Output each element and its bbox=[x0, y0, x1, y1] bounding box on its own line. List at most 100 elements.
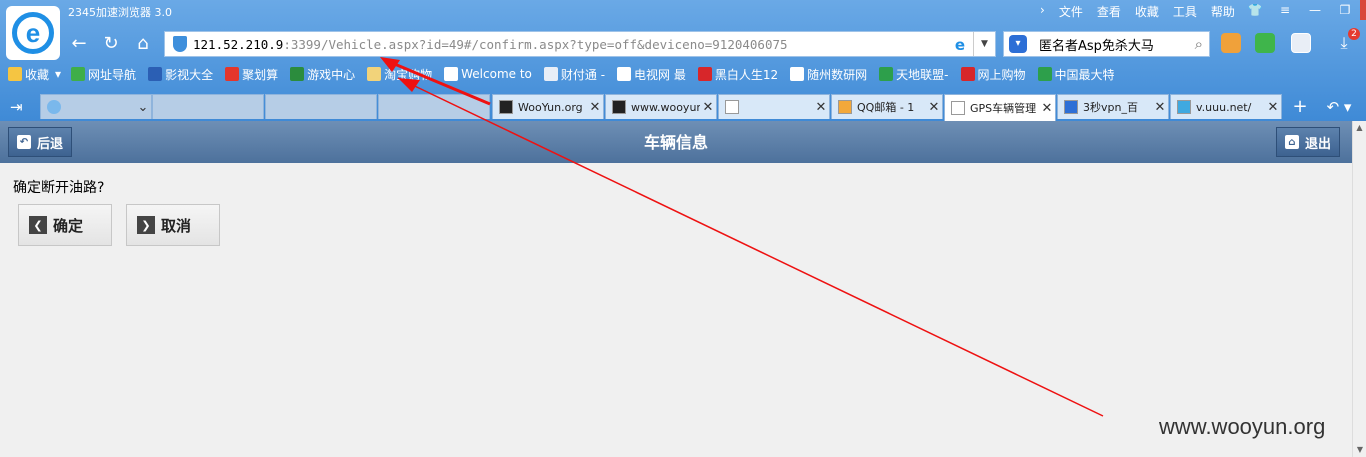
bookmark-4[interactable]: 游戏中心 bbox=[290, 66, 355, 83]
tab-close-icon[interactable]: ✕ bbox=[587, 100, 603, 115]
confirm-message: 确定断开油路? bbox=[13, 180, 105, 196]
baidu-paw-icon[interactable]: ▾ bbox=[1009, 35, 1027, 53]
bookmark-9[interactable]: 黑白人生12 bbox=[697, 66, 778, 83]
address-bar[interactable]: 121.52.210.9:3399/Vehicle.aspx?id=49#/co… bbox=[164, 31, 996, 57]
bookmarks-bar: 收藏 ▾ 网址导航 影视大全 聚划算 游戏中心 淘宝购物 Welcome to 财付通 - 电视网… bbox=[0, 62, 1366, 86]
home-exit-icon: ⌂ bbox=[1285, 135, 1299, 149]
close-button[interactable]: ✕ bbox=[1360, 0, 1366, 20]
bookmark-0[interactable]: 收藏 bbox=[8, 66, 49, 83]
tab-1[interactable]: www.wooyun ✕ bbox=[605, 94, 717, 119]
phone-icon[interactable] bbox=[1255, 33, 1275, 53]
bookmark-label: 财付通 - bbox=[560, 67, 606, 82]
tab-close-icon[interactable]: ✕ bbox=[1039, 101, 1055, 116]
wooyun-icon bbox=[499, 100, 513, 114]
menu-item-favorites[interactable]: 收藏 bbox=[1135, 3, 1159, 20]
tab-3[interactable]: QQ邮箱 - 1 ✕ bbox=[831, 94, 943, 119]
bookmark-5[interactable]: 淘宝购物 bbox=[367, 66, 432, 83]
bookmark-1[interactable]: 网址导航 bbox=[71, 66, 136, 83]
url-path: :3399/Vehicle.aspx?id=49#/confirm.aspx?t… bbox=[283, 36, 788, 52]
bookmark-12[interactable]: 网上购物 bbox=[960, 66, 1026, 83]
tab-restore-icon[interactable]: ⇥ bbox=[10, 98, 23, 116]
minimize-button[interactable]: — bbox=[1300, 0, 1330, 20]
tab-blurred-3[interactable] bbox=[265, 94, 377, 119]
bookmark-label: 收藏 bbox=[25, 67, 50, 82]
security-shield-icon bbox=[173, 36, 187, 52]
tab-4[interactable]: GPS车辆管理 ✕ bbox=[944, 94, 1056, 121]
game-icon bbox=[290, 67, 305, 81]
tab-blurred-4[interactable] bbox=[378, 94, 490, 119]
tab-bar: ⇥ ⌄ WooYun.org ✕ www.wooyun ✕ ✕ QQ邮箱 - 1 ✕ GPS车… bbox=[0, 94, 1366, 121]
search-icon[interactable]: ⌕ bbox=[1195, 35, 1203, 53]
home-icon[interactable]: ⌂ bbox=[132, 32, 154, 54]
search-input[interactable]: 匿名者Asp免杀大马 bbox=[1039, 35, 1154, 54]
tab-close-icon[interactable]: ✕ bbox=[1265, 100, 1281, 115]
bookmark-11[interactable]: 天地联盟- bbox=[879, 66, 949, 83]
skin-icon[interactable]: 👕 bbox=[1240, 0, 1270, 20]
apps-icon[interactable] bbox=[1221, 33, 1241, 53]
ie-mode-icon[interactable]: e bbox=[955, 36, 965, 54]
undo-close-tab-icon[interactable]: ↶ ▾ bbox=[1322, 96, 1356, 118]
confirm-label: 确定 bbox=[53, 216, 84, 235]
page-icon bbox=[725, 100, 739, 114]
menu-bar: › 文件 查看 收藏 工具 帮助 bbox=[1040, 3, 1235, 20]
refresh-icon[interactable]: ↻ bbox=[100, 32, 122, 54]
bookmark-label: 电视网 最 bbox=[634, 67, 686, 82]
scroll-down-icon[interactable]: ▼ bbox=[1353, 443, 1366, 457]
back-arrow-icon[interactable]: ← bbox=[68, 32, 90, 54]
bookmark-8[interactable]: 电视网 最 bbox=[617, 66, 686, 83]
film-icon bbox=[148, 67, 163, 81]
tab-close-icon[interactable]: ✕ bbox=[700, 100, 716, 115]
juhuasuan-icon bbox=[225, 67, 240, 81]
bookmark-6[interactable]: Welcome to bbox=[444, 67, 532, 81]
tab-close-icon[interactable]: ✕ bbox=[1152, 100, 1168, 115]
menu-item-file[interactable]: 文件 bbox=[1059, 3, 1083, 20]
house-icon bbox=[71, 67, 86, 81]
bookmark-2[interactable]: 影视大全 bbox=[148, 66, 213, 83]
bookmark-13[interactable]: 中国最大特 bbox=[1037, 66, 1115, 83]
page-icon bbox=[951, 101, 965, 115]
bookmark-3[interactable]: 聚划算 bbox=[225, 66, 278, 83]
tab-0[interactable]: WooYun.org ✕ bbox=[492, 94, 604, 119]
exit-button[interactable]: ⌂ 退出 bbox=[1276, 127, 1340, 157]
tab-label: QQ邮箱 - 1 bbox=[857, 101, 915, 114]
menu-item-tools[interactable]: 工具 bbox=[1173, 3, 1197, 20]
new-tab-icon[interactable]: + bbox=[1288, 96, 1312, 118]
screenshot-icon[interactable] bbox=[1291, 33, 1311, 53]
page-icon bbox=[790, 67, 805, 81]
tenpay-icon bbox=[543, 67, 558, 81]
address-dropdown-icon[interactable]: ▼ bbox=[973, 32, 995, 56]
favorites-dropdown-icon[interactable]: ▾ bbox=[55, 67, 61, 81]
bookmark-label: 聚划算 bbox=[242, 67, 279, 82]
cancel-button[interactable]: ❯ 取消 bbox=[126, 204, 220, 246]
menu-icon[interactable]: ≡ bbox=[1270, 0, 1300, 20]
chevron-right-icon: ❯ bbox=[137, 216, 155, 234]
bookmark-label: 网址导航 bbox=[88, 67, 137, 82]
browser-logo[interactable]: e bbox=[6, 6, 60, 60]
search-box[interactable]: ▾ 匿名者Asp免杀大马 ⌕ bbox=[1003, 31, 1210, 57]
tab-blurred-2[interactable] bbox=[152, 94, 264, 119]
bookmark-7[interactable]: 财付通 - bbox=[543, 66, 606, 83]
tab-label: GPS车辆管理 bbox=[970, 102, 1037, 115]
tab-6[interactable]: v.uuu.net/ ✕ bbox=[1170, 94, 1282, 119]
tab-dropdown-icon[interactable]: ⌄ bbox=[135, 100, 151, 115]
tab-2[interactable]: ✕ bbox=[718, 94, 830, 119]
chevron-left-icon: ❮ bbox=[29, 216, 47, 234]
ie-tab-icon bbox=[47, 100, 61, 114]
tab-blurred-1[interactable]: ⌄ bbox=[40, 94, 152, 119]
tab-5[interactable]: 3秒vpn_百 ✕ bbox=[1057, 94, 1169, 119]
menu-item-view[interactable]: 查看 bbox=[1097, 3, 1121, 20]
restore-button[interactable]: ❐ bbox=[1330, 0, 1360, 20]
scroll-up-icon[interactable]: ▲ bbox=[1353, 121, 1366, 135]
notification-badge: 2 bbox=[1348, 28, 1360, 40]
globe-icon bbox=[1177, 100, 1191, 114]
bookmark-label: 随州数研网 bbox=[807, 67, 868, 82]
bookmark-label: Welcome to bbox=[461, 67, 532, 81]
bookmark-label: 天地联盟- bbox=[896, 67, 949, 82]
confirm-button[interactable]: ❮ 确定 bbox=[18, 204, 112, 246]
browser-window: { "window": {"title": "2345加速浏览器 3.0"}, … bbox=[0, 0, 1366, 457]
tab-close-icon[interactable]: ✕ bbox=[813, 100, 829, 115]
tab-close-icon[interactable]: ✕ bbox=[926, 100, 942, 115]
bookmark-10[interactable]: 随州数研网 bbox=[790, 66, 867, 83]
menu-item-help[interactable]: 帮助 bbox=[1211, 3, 1235, 20]
vertical-scrollbar[interactable]: ▲ ▼ bbox=[1352, 121, 1366, 457]
